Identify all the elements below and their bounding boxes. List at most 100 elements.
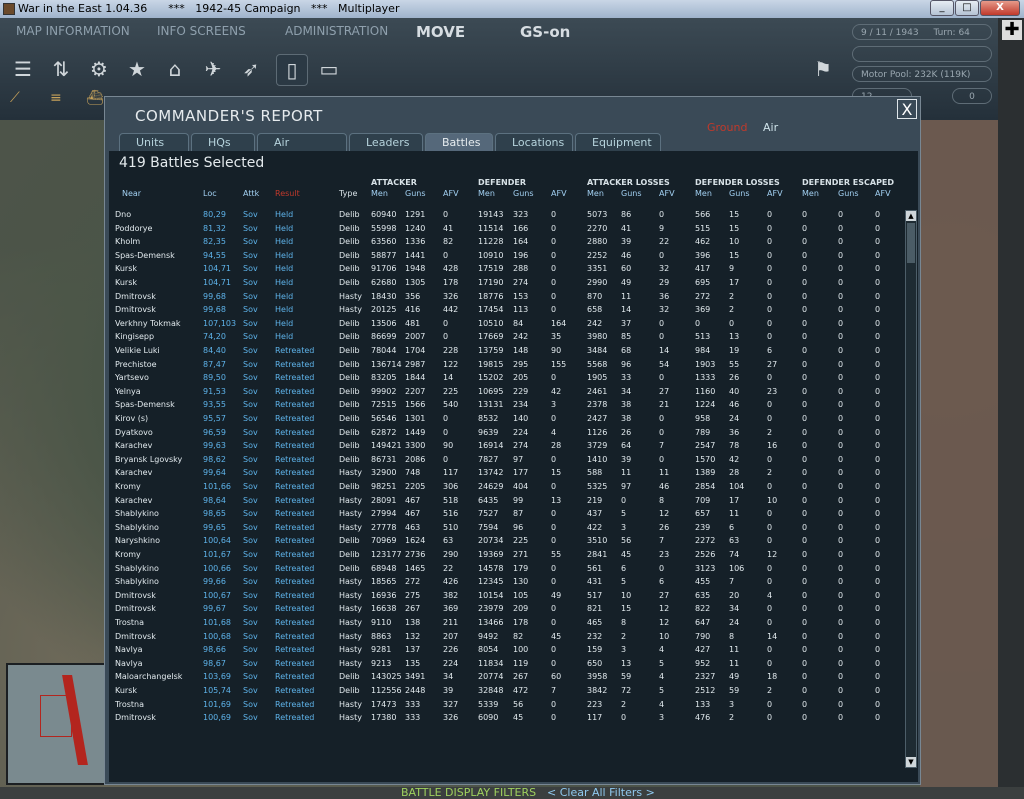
table-row[interactable]: Dmitrovsk 100,67 Sov Retreated Hasty 16936 275…	[109, 590, 899, 603]
col-dl-guns[interactable]: Guns	[729, 189, 750, 198]
flag-icon[interactable]: ⚑	[808, 54, 838, 84]
col-al-afv[interactable]: AFV	[659, 189, 675, 198]
table-scrollbar[interactable]: ▲ ▼	[905, 210, 917, 768]
table-row[interactable]: Velikie Luki 84,40 Sov Retreated Delib 78044 1…	[109, 345, 899, 358]
table-row[interactable]: Spas-Demensk 94,55 Sov Held Delib 58877 1441 0 1…	[109, 250, 899, 263]
tab-equipment[interactable]: Equipment	[575, 133, 661, 152]
table-row[interactable]: Kursk 104,71 Sov Held Delib 62680 1305 178 17190…	[109, 277, 899, 290]
col-att-afv[interactable]: AFV	[443, 189, 459, 198]
col-att-guns[interactable]: Guns	[405, 189, 426, 198]
table-row[interactable]: Karachev 98,64 Sov Retreated Hasty 28091 467 51…	[109, 495, 899, 508]
menu-info-screens[interactable]: INFO SCREENS	[157, 24, 246, 44]
menu-administration[interactable]: ADMINISTRATION	[285, 24, 388, 44]
table-row[interactable]: Karachev 99,64 Sov Retreated Hasty 32900 748 11…	[109, 467, 899, 480]
col-attk[interactable]: Attk	[243, 189, 259, 198]
col-loc[interactable]: Loc	[203, 189, 217, 198]
table-row[interactable]: Prechistoe 87,47 Sov Retreated Delib 136714 29…	[109, 359, 899, 372]
col-type[interactable]: Type	[339, 189, 357, 198]
table-row[interactable]: Shablykino 100,66 Sov Retreated Delib 68948 14…	[109, 563, 899, 576]
table-row[interactable]: Verkhny Tokmak 107,103 Sov Held Delib 13506 48…	[109, 318, 899, 331]
hex-map-area[interactable]	[920, 120, 998, 787]
menu-map-information[interactable]: MAP INFORMATION	[16, 24, 130, 44]
scroll-down-arrow-icon[interactable]: ▼	[906, 757, 916, 767]
col-al-guns[interactable]: Guns	[621, 189, 642, 198]
table-row[interactable]: Dno 80,29 Sov Held Delib 60940 1291 0 19143 323 0 5…	[109, 209, 899, 222]
list-icon[interactable]: ☰	[8, 54, 38, 84]
minimize-button[interactable]: _	[930, 0, 954, 16]
air-filter[interactable]: Air	[763, 121, 778, 134]
table-row[interactable]: Kholm 82,35 Sov Held Delib 63560 1336 82 11228 16…	[109, 236, 899, 249]
table-row[interactable]: Kursk 105,74 Sov Retreated Delib 112556 2448 39…	[109, 685, 899, 698]
rocket-icon[interactable]: ➶	[236, 54, 266, 84]
table-row[interactable]: Dmitrovsk 99,67 Sov Retreated Hasty 16638 267 3…	[109, 603, 899, 616]
clear-all-filters-button[interactable]: < Clear All Filters >	[547, 786, 655, 799]
table-row[interactable]: Kromy 101,67 Sov Retreated Delib 123177 2736 29…	[109, 549, 899, 562]
table-row[interactable]: Kromy 101,66 Sov Retreated Delib 98251 2205 306…	[109, 481, 899, 494]
table-row[interactable]: Maloarchangelsk 103,69 Sov Retreated Delib 14…	[109, 671, 899, 684]
table-row[interactable]: Naryshkino 100,64 Sov Retreated Delib 70969 16…	[109, 535, 899, 548]
tab-leaders[interactable]: Leaders	[349, 133, 423, 152]
table-row[interactable]: Navlya 98,67 Sov Retreated Hasty 9213 135 224 11…	[109, 658, 899, 671]
scroll-up-arrow-icon[interactable]: ▲	[906, 211, 916, 221]
tab-hqs[interactable]: HQs	[191, 133, 255, 152]
table-row[interactable]: Karachev 99,63 Sov Retreated Delib 149421 3300…	[109, 440, 899, 453]
battle-display-filters-button[interactable]: BATTLE DISPLAY FILTERS	[401, 786, 536, 799]
minimap[interactable]	[6, 663, 108, 785]
table-row[interactable]: Dmitrovsk 100,69 Sov Retreated Hasty 17380 333…	[109, 712, 899, 725]
table-row[interactable]: Navlya 98,66 Sov Retreated Hasty 9281 137 226 80…	[109, 644, 899, 657]
col-al-men[interactable]: Men	[587, 189, 604, 198]
table-row[interactable]: Spas-Demensk 93,55 Sov Retreated Delib 72515 1…	[109, 399, 899, 412]
tab-units[interactable]: Units	[119, 133, 189, 152]
window-close-button[interactable]: X	[980, 0, 1020, 16]
table-row[interactable]: Poddorye 81,32 Sov Held Delib 55998 1240 41 1151…	[109, 223, 899, 236]
sliders-icon[interactable]: ⇅	[46, 54, 76, 84]
ship-icon[interactable]: ⛴	[86, 90, 104, 116]
table-row[interactable]: Trostna 101,68 Sov Retreated Hasty 9110 138 211…	[109, 617, 899, 630]
document-icon[interactable]: ▭	[314, 54, 344, 84]
table-row[interactable]: Trostna 101,69 Sov Retreated Hasty 17473 333 32…	[109, 699, 899, 712]
col-dl-afv[interactable]: AFV	[767, 189, 783, 198]
table-row[interactable]: Yartsevo 89,50 Sov Retreated Delib 83205 1844 1…	[109, 372, 899, 385]
col-de-afv[interactable]: AFV	[875, 189, 891, 198]
rail-icon[interactable]: ≡	[50, 90, 62, 116]
col-near[interactable]: Near	[122, 189, 141, 198]
col-def-men[interactable]: Men	[478, 189, 495, 198]
table-row[interactable]: Bryansk Lgovsky 98,62 Sov Retreated Delib 867…	[109, 454, 899, 467]
aircraft-icon[interactable]: ✈	[198, 54, 228, 84]
col-de-guns[interactable]: Guns	[838, 189, 859, 198]
col-def-afv[interactable]: AFV	[551, 189, 567, 198]
ground-filter[interactable]: Ground	[707, 121, 747, 134]
table-row[interactable]: Dmitrovsk 99,68 Sov Held Hasty 20125 416 442 174…	[109, 304, 899, 317]
table-row[interactable]: Dyatkovo 96,59 Sov Retreated Delib 62872 1449 0…	[109, 427, 899, 440]
tab-air-groups[interactable]: Air Groups	[257, 133, 347, 167]
table-row[interactable]: Yelnya 91,53 Sov Retreated Delib 99902 2207 225…	[109, 386, 899, 399]
cell-att-men: 27778	[371, 522, 397, 532]
table-row[interactable]: Shablykino 98,65 Sov Retreated Hasty 27994 467…	[109, 508, 899, 521]
table-row[interactable]: Shablykino 99,66 Sov Retreated Hasty 18565 272…	[109, 576, 899, 589]
gear-icon[interactable]: ⚙	[84, 54, 114, 84]
table-row[interactable]: Kirov (s) 95,57 Sov Retreated Delib 56546 1301…	[109, 413, 899, 426]
move-mode-label[interactable]: MOVE	[416, 23, 465, 43]
star-icon[interactable]: ★	[122, 54, 152, 84]
table-row[interactable]: Kingisepp 74,20 Sov Held Delib 86699 2007 0 1766…	[109, 331, 899, 344]
col-att-men[interactable]: Men	[371, 189, 388, 198]
col-def-guns[interactable]: Guns	[513, 189, 534, 198]
dialog-close-button[interactable]: X	[897, 99, 917, 119]
col-dl-men[interactable]: Men	[695, 189, 712, 198]
cell-al-guns: 96	[621, 359, 632, 369]
ground-unit-icon[interactable]: ⟋	[10, 90, 20, 116]
small-right-box[interactable]: 0	[952, 88, 992, 104]
table-row[interactable]: Shablykino 99,65 Sov Retreated Hasty 27778 463…	[109, 522, 899, 535]
table-row[interactable]: Dmitrovsk 100,68 Sov Retreated Hasty 8863 132 2…	[109, 631, 899, 644]
tab-battles[interactable]: Battles	[425, 133, 493, 152]
tab-locations[interactable]: Locations	[495, 133, 573, 152]
gs-toggle[interactable]: GS-on	[520, 23, 570, 43]
scroll-thumb[interactable]	[907, 223, 915, 263]
fuel-icon[interactable]: ▯	[276, 54, 308, 86]
col-result[interactable]: Result	[275, 189, 300, 198]
maximize-button[interactable]: □	[955, 0, 979, 16]
factory-icon[interactable]: ⌂	[160, 54, 190, 84]
col-de-men[interactable]: Men	[802, 189, 819, 198]
table-row[interactable]: Dmitrovsk 99,68 Sov Held Hasty 18430 356 326 187…	[109, 291, 899, 304]
table-row[interactable]: Kursk 104,71 Sov Held Delib 91706 1948 428 17519…	[109, 263, 899, 276]
